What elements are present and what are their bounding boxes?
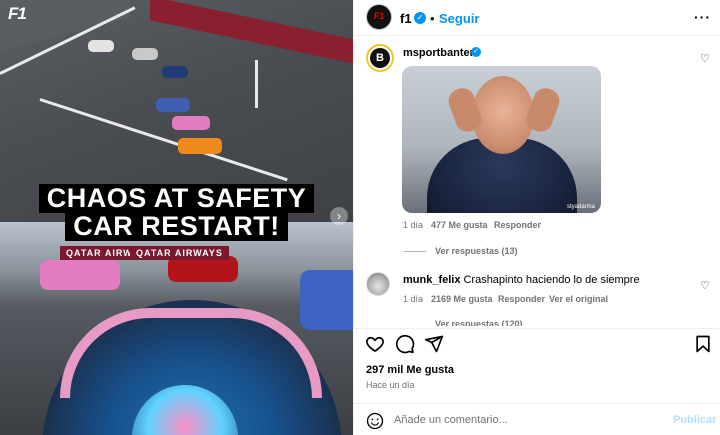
comment-gif: styadarma: [402, 66, 601, 213]
post-header: F1 f1 ✓ • Seguir ···: [354, 0, 720, 36]
track-line: [255, 60, 258, 108]
race-car: [300, 270, 353, 330]
comment-input[interactable]: [394, 410, 664, 430]
gif-hand: [523, 84, 563, 136]
publish-button[interactable]: Publicar: [673, 414, 716, 426]
view-replies-button[interactable]: Ver respuestas (13): [435, 246, 518, 256]
race-start-image: [0, 0, 353, 222]
follow-button[interactable]: Seguir: [439, 11, 479, 26]
share-send-icon[interactable]: [424, 334, 444, 354]
chevron-right-icon[interactable]: ›: [330, 207, 348, 225]
bookmark-icon[interactable]: [693, 334, 713, 354]
comment-likes[interactable]: 477 Me gusta: [431, 220, 488, 230]
gif-face: [472, 76, 534, 154]
comment-likes[interactable]: 2169 Me gusta: [431, 294, 493, 304]
comment-username[interactable]: munk_felix: [403, 274, 460, 286]
comment-time[interactable]: 1 día: [403, 294, 423, 304]
comment-body: munk_felix Crashapinto haciendo lo de sie…: [403, 274, 640, 286]
race-car: [178, 138, 222, 154]
reply-button[interactable]: Responder: [498, 294, 545, 304]
comment-username[interactable]: msportbanter: [403, 47, 474, 59]
grandstand: [150, 0, 353, 64]
post-media[interactable]: F1 QATAR AIRWAYS QATAR AIRWAYS CHAOS AT …: [0, 0, 353, 435]
comment-time[interactable]: 1 día: [403, 220, 423, 230]
author-username[interactable]: f1: [400, 11, 412, 26]
post-time[interactable]: Hace un día: [366, 380, 415, 390]
post-likes[interactable]: 297 mil Me gusta: [366, 364, 454, 376]
race-car: [172, 116, 210, 130]
replies-divider: [404, 251, 426, 252]
avatar[interactable]: [366, 272, 390, 296]
avatar[interactable]: B: [366, 44, 394, 72]
heart-icon[interactable]: ♡: [700, 279, 710, 292]
race-car: [132, 48, 158, 60]
emoji-icon[interactable]: [366, 412, 384, 430]
f1-logo: F1: [8, 4, 27, 23]
race-car: [162, 66, 188, 78]
comment-composer: Publicar: [354, 403, 720, 435]
gif-watermark: styadarma: [566, 204, 595, 210]
verified-badge-icon: ✓: [471, 47, 481, 57]
separator-dot: •: [430, 11, 435, 26]
avatar[interactable]: F1: [366, 4, 392, 30]
actions-divider: [354, 328, 720, 329]
race-car: [156, 98, 190, 112]
race-car: [88, 40, 114, 52]
heart-icon[interactable]: ♡: [700, 52, 710, 65]
view-replies-button[interactable]: Ver respuestas (120): [435, 319, 523, 326]
view-original-button[interactable]: Ver el original: [549, 294, 608, 304]
race-car: [40, 260, 120, 290]
comment-bubble-icon[interactable]: [395, 334, 415, 354]
comment-text: Crashapinto haciendo lo de siempre: [463, 274, 640, 286]
sponsor-banner: QATAR AIRWAYS: [130, 246, 229, 260]
like-heart-icon[interactable]: [365, 334, 385, 354]
verified-badge-icon: ✓: [414, 12, 426, 24]
more-options-icon[interactable]: ···: [694, 9, 711, 25]
post-sidebar: F1 f1 ✓ • Seguir ··· B msportbanter ✓ ♡ …: [353, 0, 720, 435]
reply-button[interactable]: Responder: [494, 220, 541, 230]
